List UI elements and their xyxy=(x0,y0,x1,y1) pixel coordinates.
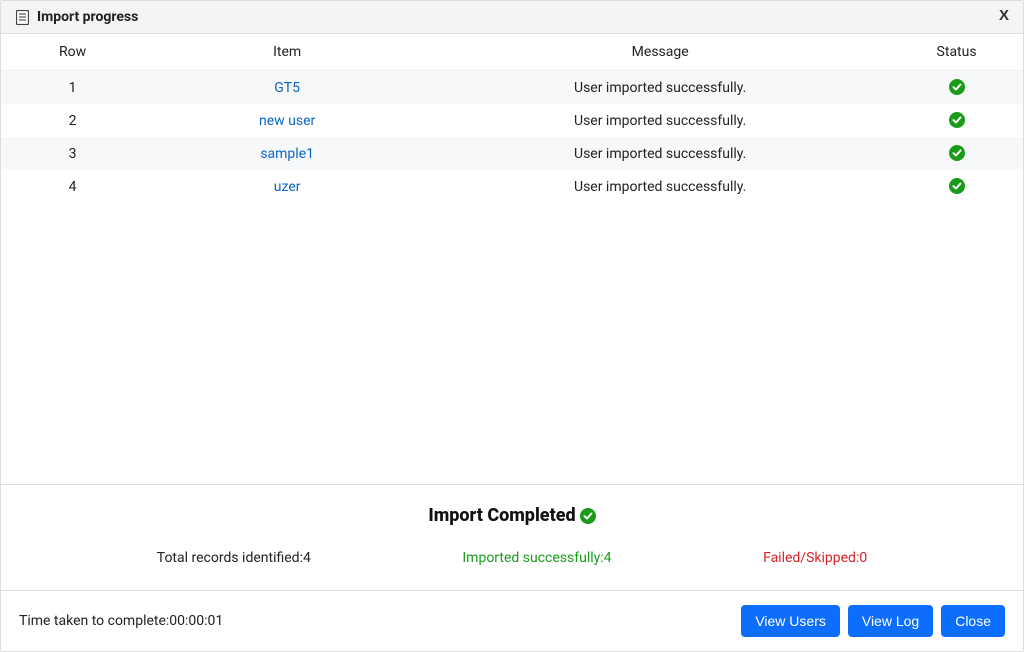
stat-total-value: 4 xyxy=(303,550,311,566)
dialog-header: Import progress X xyxy=(1,1,1023,34)
time-taken: Time taken to complete:00:00:01 xyxy=(19,613,223,629)
time-taken-label: Time taken to complete: xyxy=(19,613,169,629)
check-icon xyxy=(949,79,965,95)
stat-success-label: Imported successfully: xyxy=(462,550,603,566)
stat-success-value: 4 xyxy=(604,550,612,566)
cell-row: 3 xyxy=(1,137,144,170)
item-link[interactable]: uzer xyxy=(274,179,301,195)
view-users-button[interactable]: View Users xyxy=(741,605,840,637)
dialog-title: Import progress xyxy=(37,9,138,25)
stat-total: Total records identified:4 xyxy=(157,550,311,566)
check-icon xyxy=(949,112,965,128)
cell-row: 1 xyxy=(1,71,144,105)
table-row: 1 GT5 User imported successfully. xyxy=(1,71,1023,105)
col-header-status: Status xyxy=(890,34,1023,71)
col-header-row: Row xyxy=(1,34,144,71)
cell-status xyxy=(890,137,1023,170)
check-icon xyxy=(580,508,596,524)
table-row: 3 sample1 User imported successfully. xyxy=(1,137,1023,170)
table-row: 4 uzer User imported successfully. xyxy=(1,170,1023,203)
document-icon xyxy=(15,9,29,25)
cell-row: 2 xyxy=(1,104,144,137)
time-taken-value: 00:00:01 xyxy=(169,613,223,629)
cell-message: User imported successfully. xyxy=(430,104,890,137)
summary-panel: Import Completed Total records identifie… xyxy=(1,484,1023,590)
item-link[interactable]: GT5 xyxy=(274,80,300,96)
stat-fail: Failed/Skipped:0 xyxy=(763,550,867,566)
dialog-footer: Time taken to complete:00:00:01 View Use… xyxy=(1,590,1023,651)
footer-buttons: View Users View Log Close xyxy=(741,605,1005,637)
summary-title: Import Completed xyxy=(428,505,575,526)
cell-message: User imported successfully. xyxy=(430,170,890,203)
table-header-row: Row Item Message Status xyxy=(1,34,1023,71)
item-link[interactable]: sample1 xyxy=(260,146,314,162)
cell-status xyxy=(890,170,1023,203)
cell-status xyxy=(890,71,1023,105)
cell-message: User imported successfully. xyxy=(430,137,890,170)
view-log-button[interactable]: View Log xyxy=(848,605,933,637)
cell-row: 4 xyxy=(1,170,144,203)
results-table: Row Item Message Status 1 GT5 User importe… xyxy=(1,34,1023,203)
cell-item: sample1 xyxy=(144,137,430,170)
close-icon[interactable]: X xyxy=(999,7,1009,24)
check-icon xyxy=(949,145,965,161)
cell-status xyxy=(890,104,1023,137)
stat-fail-label: Failed/Skipped: xyxy=(763,550,859,566)
stat-success: Imported successfully:4 xyxy=(462,550,611,566)
col-header-item: Item xyxy=(144,34,430,71)
cell-message: User imported successfully. xyxy=(430,71,890,105)
cell-item: uzer xyxy=(144,170,430,203)
item-link[interactable]: new user xyxy=(259,113,315,129)
results-table-wrap: Row Item Message Status 1 GT5 User importe… xyxy=(1,34,1023,484)
col-header-message: Message xyxy=(430,34,890,71)
table-row: 2 new user User imported successfully. xyxy=(1,104,1023,137)
stat-fail-value: 0 xyxy=(859,550,867,566)
check-icon xyxy=(949,178,965,194)
stat-total-label: Total records identified: xyxy=(157,550,303,566)
stats-row: Total records identified:4 Imported succ… xyxy=(21,550,1003,566)
summary-title-row: Import Completed xyxy=(21,505,1003,526)
close-button[interactable]: Close xyxy=(941,605,1005,637)
cell-item: GT5 xyxy=(144,71,430,105)
cell-item: new user xyxy=(144,104,430,137)
